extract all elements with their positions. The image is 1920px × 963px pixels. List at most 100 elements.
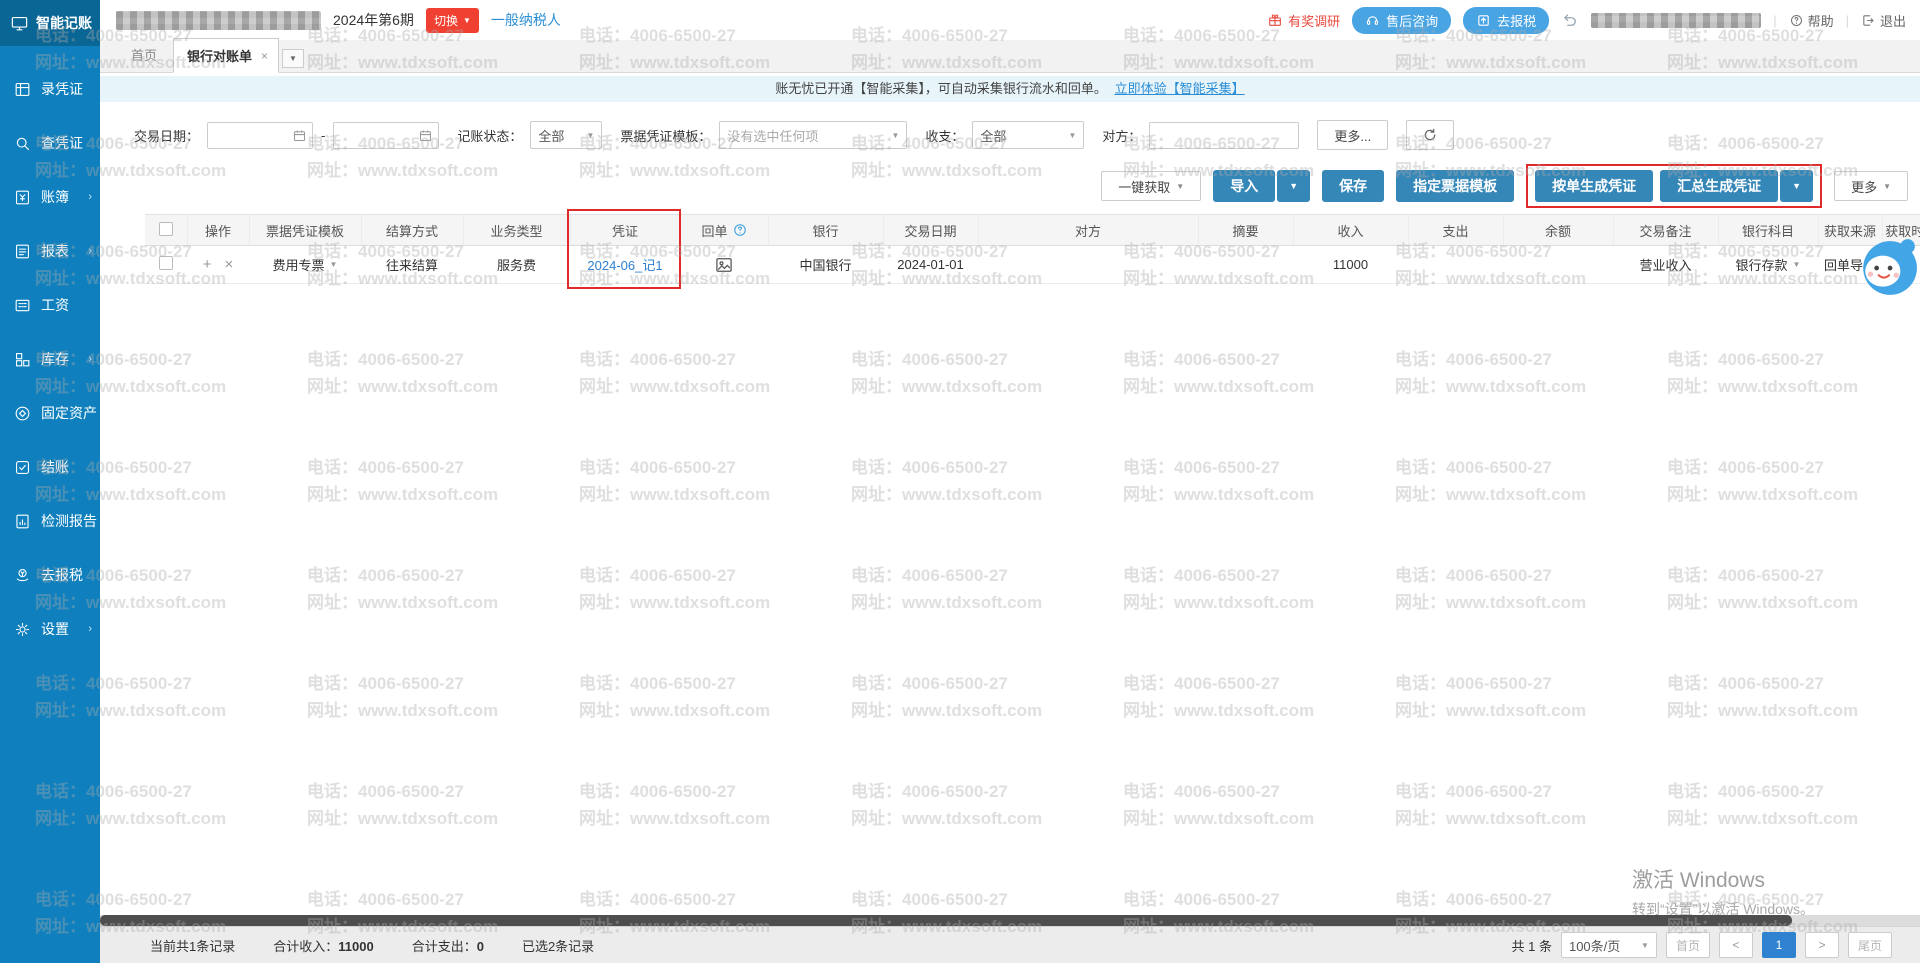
assign-template-button[interactable]: 指定票据模板: [1396, 170, 1514, 202]
sidebar-item-4[interactable]: 工资: [0, 278, 100, 332]
page-size-select[interactable]: 100条/页 ▼: [1561, 932, 1657, 958]
first-page-button[interactable]: 首页: [1666, 932, 1710, 958]
bank-statement-table: 操作票据凭证模板结算方式业务类型凭证回单银行交易日期对方摘要收入支出余额交易备注…: [145, 214, 1920, 284]
sidebar-item-smart-bookkeeping[interactable]: 智能记账: [0, 0, 100, 46]
report-icon: [13, 242, 32, 261]
sidebar-item-label: 固定资产: [41, 403, 97, 423]
tab-home[interactable]: 首页: [115, 37, 173, 72]
help-circle-icon[interactable]: [733, 223, 747, 237]
pagination-total: 共 1 条: [1512, 936, 1552, 955]
refresh-button[interactable]: [1406, 120, 1454, 150]
select-all-checkbox[interactable]: [159, 222, 173, 236]
taxpayer-type-link[interactable]: 一般纳税人: [491, 10, 561, 30]
current-page-button[interactable]: 1: [1762, 932, 1796, 958]
date-from-input[interactable]: [207, 122, 313, 149]
fixed-assets-icon: [13, 404, 32, 423]
template-select[interactable]: 没有选中任何项 ▼: [719, 121, 907, 149]
date-to-input[interactable]: [333, 122, 439, 149]
topbar-right: 有奖调研 售后咨询 去报税: [1267, 7, 1906, 34]
save-button[interactable]: 保存: [1322, 170, 1384, 202]
tab-list-dropdown[interactable]: ▼: [282, 49, 304, 68]
sidebar-item-5[interactable]: 库存 ›: [0, 332, 100, 386]
cell-voucher[interactable]: 2024-06_记1: [570, 246, 680, 284]
switch-period-button[interactable]: 切换 ▼: [426, 8, 479, 33]
col-header-receipt: 回单: [680, 215, 768, 246]
col-header-balance: 余额: [1503, 215, 1613, 246]
sidebar-item-7[interactable]: 结账: [0, 440, 100, 494]
sidebar-item-2[interactable]: 账簿›: [0, 170, 100, 224]
inout-select[interactable]: 全部 ▼: [972, 121, 1084, 149]
prev-page-button[interactable]: <: [1719, 932, 1753, 958]
last-page-button[interactable]: 尾页: [1848, 932, 1892, 958]
sidebar-item-label: 工资: [41, 295, 69, 315]
closing-icon: [13, 458, 32, 477]
undo-icon[interactable]: [1561, 11, 1579, 29]
generate-summary-button[interactable]: 汇总生成凭证: [1660, 170, 1778, 202]
total-expense: 合计支出：0: [412, 936, 484, 955]
sidebar-item-1[interactable]: 查凭证: [0, 116, 100, 170]
cell-bank_account[interactable]: 银行存款▼: [1718, 246, 1818, 284]
import-dropdown-button[interactable]: ▼: [1277, 170, 1310, 202]
record-count: 当前共1条记录: [150, 936, 235, 955]
logout-link[interactable]: 退出: [1861, 11, 1906, 30]
cell-receipt[interactable]: [680, 246, 768, 284]
sidebar-item-label: 库存: [41, 349, 69, 369]
salary-icon: [13, 296, 32, 315]
counterparty-input[interactable]: [1149, 122, 1299, 149]
more-actions-label: 更多: [1851, 177, 1877, 196]
sidebar-item-3[interactable]: 报表›: [0, 224, 100, 278]
sidebar-item-label: 录凭证: [41, 79, 83, 99]
next-page-button[interactable]: >: [1805, 932, 1839, 958]
topbar: 2024年第6期 切换 ▼ 一般纳税人 有奖调研: [100, 0, 1920, 40]
cell-select[interactable]: [145, 246, 187, 284]
row-checkbox[interactable]: [159, 256, 173, 270]
pagination: 共 1 条 100条/页 ▼ 首页 < 1 > 尾页: [1512, 932, 1893, 958]
total-income: 合计收入：11000: [273, 936, 373, 955]
total-income-label: 合计收入：: [273, 939, 338, 954]
cell-balance: [1503, 246, 1613, 284]
username-redacted: [1591, 13, 1761, 28]
scrollbar-thumb[interactable]: [100, 915, 1792, 926]
chevron-right-icon: ›: [88, 353, 92, 365]
chevron-down-icon: ▼: [1883, 182, 1891, 191]
go-tax-button[interactable]: 去报税: [1463, 7, 1549, 34]
col-header-date: 交易日期: [883, 215, 978, 246]
generate-by-item-button[interactable]: 按单生成凭证: [1535, 170, 1653, 202]
voucher-link[interactable]: 2024-06_记1: [587, 258, 662, 273]
horizontal-scrollbar[interactable]: [100, 915, 1920, 926]
col-header-settle: 结算方式: [361, 215, 463, 246]
selected-count: 已选2条记录: [522, 936, 594, 955]
sidebar-item-0[interactable]: 录凭证: [0, 62, 100, 116]
cell-template[interactable]: 费用专票▼: [249, 246, 361, 284]
help-link[interactable]: 帮助: [1789, 11, 1834, 30]
help-label: 帮助: [1808, 11, 1834, 30]
more-actions-button[interactable]: 更多 ▼: [1834, 171, 1908, 201]
survey-label: 有奖调研: [1288, 11, 1340, 30]
windows-activation-watermark: 激活 Windows 转到“设置”以激活 Windows。: [1632, 864, 1814, 919]
sidebar-item-9[interactable]: 去报税: [0, 548, 100, 602]
survey-link[interactable]: 有奖调研: [1267, 11, 1340, 30]
chevron-down-icon: ▼: [586, 131, 594, 140]
more-filters-button[interactable]: 更多...: [1317, 120, 1388, 150]
sidebar-item-8[interactable]: 检测报告: [0, 494, 100, 548]
generate-summary-dropdown-button[interactable]: ▼: [1780, 170, 1813, 202]
quick-fetch-button[interactable]: 一键获取 ▼: [1101, 171, 1201, 201]
total-income-value: 11000: [338, 939, 373, 954]
notice-link[interactable]: 立即体验【智能采集】: [1115, 81, 1245, 96]
assistant-mascot-icon[interactable]: [1857, 236, 1919, 298]
sidebar-item-6[interactable]: 固定资产: [0, 386, 100, 440]
sidebar-item-10[interactable]: 设置›: [0, 602, 100, 656]
close-icon[interactable]: ×: [261, 49, 268, 63]
import-button[interactable]: 导入: [1213, 170, 1275, 202]
tab-bank-statement[interactable]: 银行对账单 ×: [173, 38, 279, 73]
company-name-redacted: [116, 11, 321, 30]
delete-row-icon[interactable]: ×: [221, 256, 238, 273]
add-row-icon[interactable]: +: [199, 256, 216, 273]
bottom-status-bar: 当前共1条记录 合计收入：11000 合计支出：0 已选2条记录 共 1 条 1…: [100, 926, 1920, 963]
cell-income: 11000: [1293, 246, 1408, 284]
receipt-image-icon[interactable]: [713, 255, 735, 275]
status-select[interactable]: 全部 ▼: [530, 121, 602, 149]
col-header-select[interactable]: [145, 215, 187, 246]
logout-icon: [1861, 13, 1876, 28]
support-button[interactable]: 售后咨询: [1352, 7, 1451, 34]
